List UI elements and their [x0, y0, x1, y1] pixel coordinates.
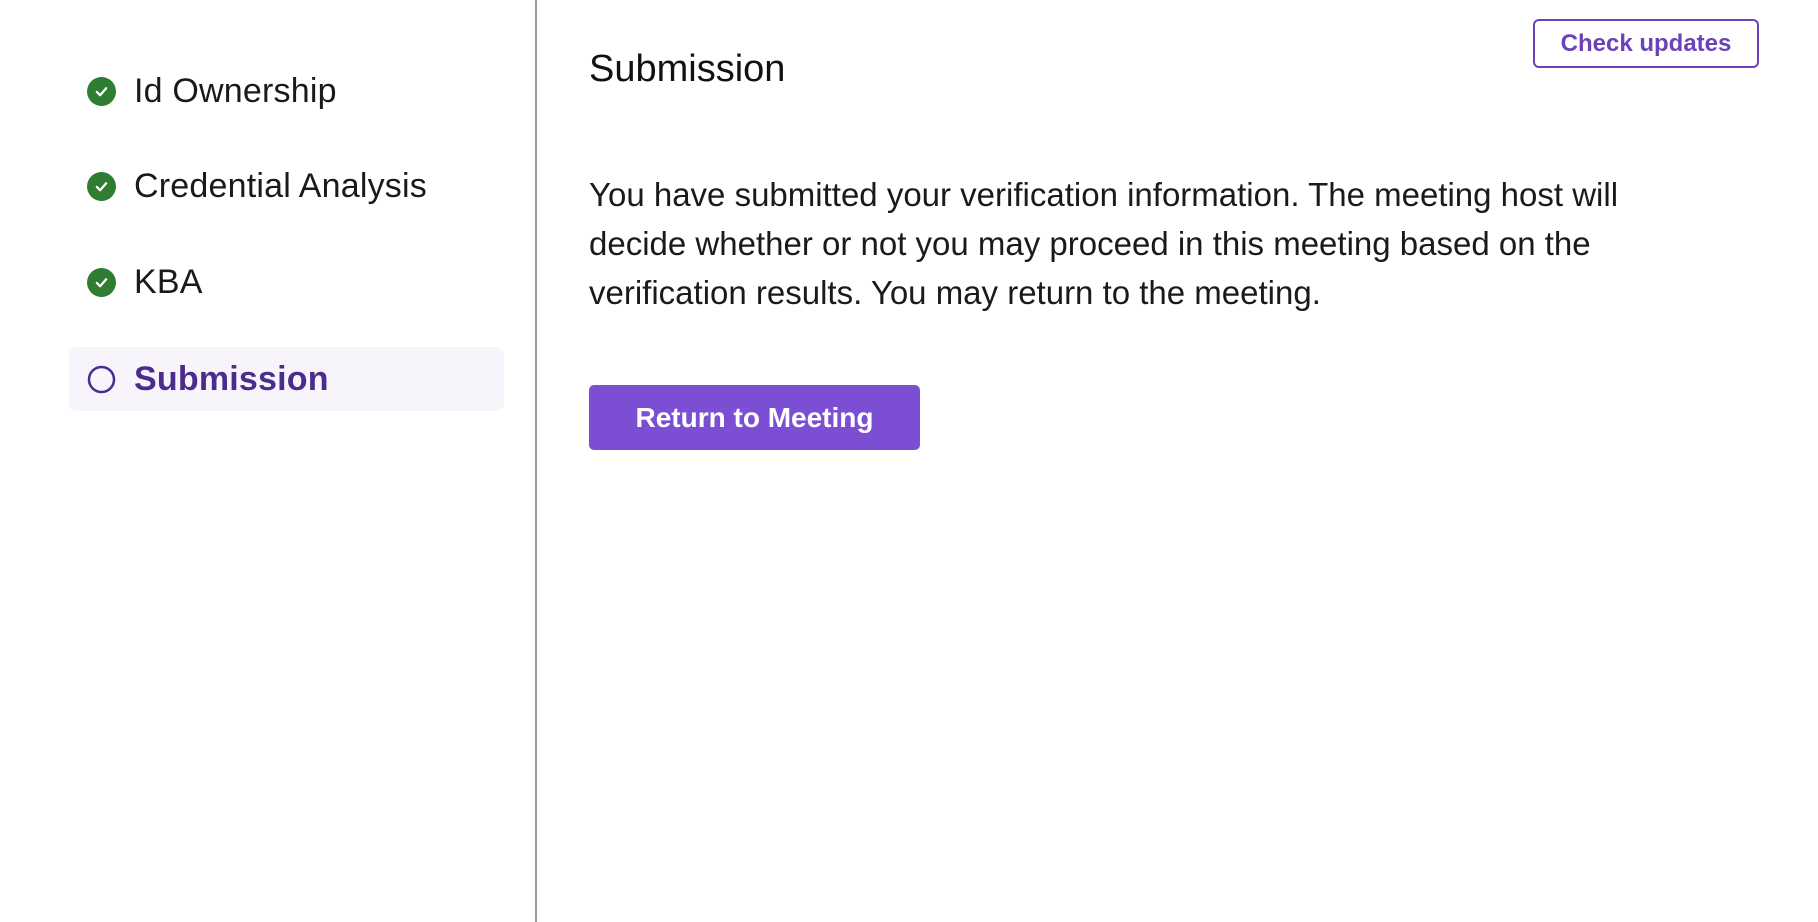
verification-steps-sidebar: Id Ownership Credential Analysis KBA Sub… — [0, 0, 537, 922]
check-updates-button[interactable]: Check updates — [1533, 19, 1759, 68]
empty-circle-icon — [87, 365, 116, 394]
step-id-ownership[interactable]: Id Ownership — [69, 59, 504, 123]
main-content: Submission You have submitted your verif… — [589, 0, 1818, 922]
step-label: Submission — [134, 359, 329, 398]
step-credential-analysis[interactable]: Credential Analysis — [69, 154, 504, 218]
submission-message: You have submitted your verification inf… — [589, 176, 1619, 311]
step-submission[interactable]: Submission — [69, 347, 504, 411]
verification-page: Id Ownership Credential Analysis KBA Sub… — [0, 0, 1818, 922]
step-label: KBA — [134, 262, 203, 301]
check-circle-icon — [87, 76, 116, 106]
return-to-meeting-button[interactable]: Return to Meeting — [589, 385, 920, 450]
page-title: Submission — [589, 48, 786, 90]
check-circle-icon — [87, 267, 116, 297]
check-circle-icon — [87, 171, 116, 201]
step-label: Credential Analysis — [134, 166, 427, 205]
step-label: Id Ownership — [134, 71, 337, 110]
step-kba[interactable]: KBA — [69, 250, 504, 314]
